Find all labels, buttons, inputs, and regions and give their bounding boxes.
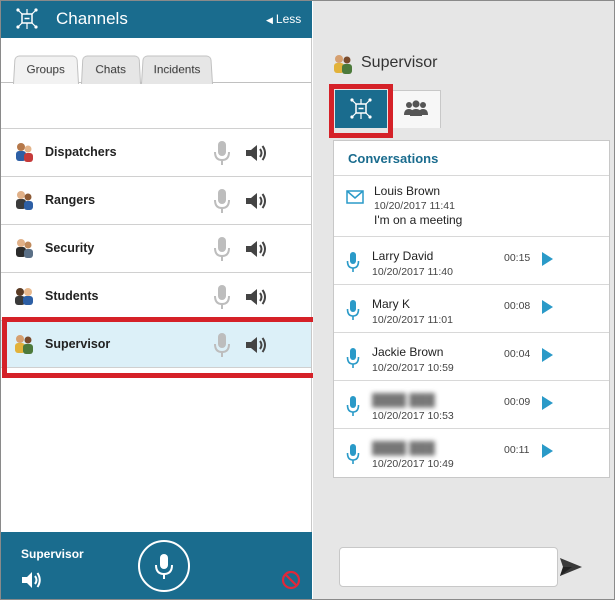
microphone-icon xyxy=(346,444,360,464)
people-icon xyxy=(404,100,428,116)
message-time: 10/20/2017 10:49 xyxy=(372,458,454,470)
channel-row-dispatchers[interactable]: Dispatchers xyxy=(1,128,311,176)
app-title: Channels xyxy=(56,9,128,28)
channel-row-rangers[interactable]: Rangers xyxy=(1,176,311,224)
active-channel-name: Supervisor xyxy=(21,547,84,561)
microphone-icon xyxy=(346,396,360,416)
channel-row-security[interactable]: Security xyxy=(1,224,311,272)
group-avatar-icon xyxy=(15,335,33,354)
audio-duration: 00:11 xyxy=(504,444,530,456)
channel-label: Dispatchers xyxy=(45,145,117,159)
tab-conversations[interactable] xyxy=(335,90,387,128)
app-header: Channels ◀ Less xyxy=(1,1,312,38)
message-time: 10/20/2017 11:01 xyxy=(372,314,453,326)
collapse-left-icon: ◀ xyxy=(266,15,273,25)
audio-message[interactable]: Jackie Brown 10/20/2017 10:59 00:04 xyxy=(334,332,609,380)
less-label: Less xyxy=(275,12,302,26)
play-icon[interactable] xyxy=(542,444,553,458)
audio-duration: 00:08 xyxy=(504,300,531,312)
channels-icon xyxy=(16,8,38,29)
channel-label: Students xyxy=(45,289,99,303)
tab-chats-label: Chats xyxy=(95,62,127,77)
channels-app: Channels ◀ Less Groups Chats Incidents Di… xyxy=(0,0,615,600)
microphone-icon[interactable] xyxy=(213,188,231,214)
redacted-sender: ████ ███ xyxy=(372,393,435,407)
message-sender: Mary K xyxy=(372,297,411,311)
tab-members[interactable] xyxy=(389,90,441,128)
channels-icon xyxy=(350,98,372,119)
group-avatar-icon xyxy=(15,288,33,305)
channel-list-panel: Groups Chats Incidents Dispatchers Range… xyxy=(1,38,312,599)
microphone-icon xyxy=(346,300,360,320)
play-icon[interactable] xyxy=(542,300,553,314)
tab-incidents[interactable]: Incidents xyxy=(141,55,213,84)
less-toggle[interactable]: ◀ Less xyxy=(266,12,301,26)
audio-duration: 00:09 xyxy=(504,396,531,408)
play-icon[interactable] xyxy=(542,348,553,362)
channel-label: Rangers xyxy=(45,193,96,207)
send-icon[interactable] xyxy=(558,555,584,579)
microphone-icon[interactable] xyxy=(213,236,231,262)
message-time: 10/20/2017 11:41 xyxy=(374,200,455,212)
channel-title: Supervisor xyxy=(361,54,438,71)
speaker-icon[interactable] xyxy=(244,286,268,308)
group-avatar-icon xyxy=(16,143,33,162)
envelope-icon xyxy=(346,190,364,204)
message-time: 10/20/2017 10:59 xyxy=(372,362,454,374)
microphone-icon[interactable] xyxy=(213,140,231,166)
speaker-icon[interactable] xyxy=(244,334,268,356)
active-channel-bar: Supervisor xyxy=(1,532,312,599)
message-sender: Larry David xyxy=(372,249,434,263)
tab-groups[interactable]: Groups xyxy=(13,55,79,84)
channel-detail-panel: Supervisor Conversations Louis Brown 10/… xyxy=(313,1,614,599)
microphone-icon[interactable] xyxy=(213,284,231,310)
channel-row-supervisor[interactable]: Supervisor xyxy=(1,320,311,368)
tab-incidents-label: Incidents xyxy=(153,62,201,77)
audio-message[interactable]: ████ ███ 10/20/2017 10:49 00:11 xyxy=(334,428,609,476)
play-icon[interactable] xyxy=(542,252,553,266)
microphone-icon xyxy=(346,348,360,368)
message-body: I'm on a meeting xyxy=(374,213,463,227)
audio-message[interactable]: Mary K 10/20/2017 11:01 00:08 xyxy=(334,284,609,332)
message-sender: Jackie Brown xyxy=(372,345,444,359)
speaker-icon[interactable] xyxy=(244,190,268,212)
audio-duration: 00:15 xyxy=(504,252,531,264)
speaker-icon[interactable] xyxy=(244,142,268,164)
tab-chats[interactable]: Chats xyxy=(81,55,141,84)
channel-label: Supervisor xyxy=(45,337,111,351)
audio-message[interactable]: ████ ███ 10/20/2017 10:53 00:09 xyxy=(334,380,609,428)
blocked-icon[interactable] xyxy=(281,570,301,590)
message-sender: Louis Brown xyxy=(374,184,441,198)
conversations-list: Conversations Louis Brown 10/20/2017 11:… xyxy=(333,140,610,478)
channel-list: Dispatchers Rangers Security Students Su… xyxy=(1,128,311,368)
group-avatar-icon xyxy=(16,191,33,210)
tab-groups-label: Groups xyxy=(26,62,66,77)
text-message[interactable]: Louis Brown 10/20/2017 11:41 I'm on a me… xyxy=(334,175,609,236)
microphone-icon xyxy=(346,252,360,272)
push-to-talk-button[interactable] xyxy=(138,540,190,592)
speaker-icon[interactable] xyxy=(244,238,268,260)
play-icon[interactable] xyxy=(542,396,553,410)
channel-tabs: Groups Chats Incidents xyxy=(1,38,311,84)
audio-message[interactable]: Larry David 10/20/2017 11:40 00:15 xyxy=(334,236,609,284)
message-input[interactable] xyxy=(339,547,558,587)
audio-duration: 00:04 xyxy=(504,348,531,360)
channel-row-students[interactable]: Students xyxy=(1,272,311,320)
channel-label: Security xyxy=(45,241,95,255)
speaker-icon[interactable] xyxy=(21,570,43,590)
group-avatar-icon xyxy=(334,55,352,74)
microphone-icon xyxy=(155,554,173,579)
microphone-icon[interactable] xyxy=(213,332,231,358)
message-time: 10/20/2017 11:40 xyxy=(372,266,453,278)
conversations-title: Conversations xyxy=(348,151,439,166)
redacted-sender: ████ ███ xyxy=(372,441,435,455)
message-time: 10/20/2017 10:53 xyxy=(372,410,454,422)
group-avatar-icon xyxy=(16,239,33,258)
